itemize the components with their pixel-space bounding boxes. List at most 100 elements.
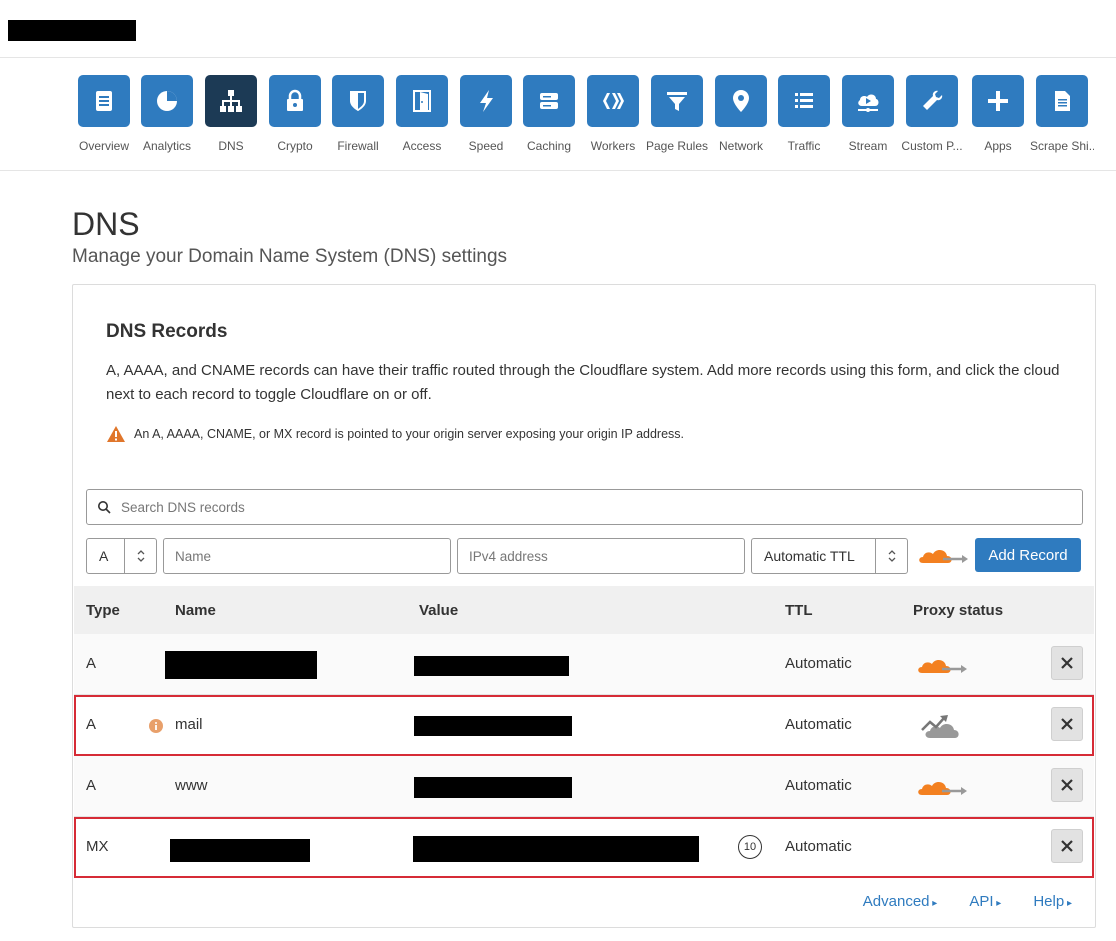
proxy-cloud-toggle-icon[interactable] <box>917 544 971 568</box>
record-name-input[interactable] <box>163 538 451 574</box>
redacted-record-value <box>414 716 572 736</box>
nav-item-analytics[interactable]: Analytics <box>135 75 199 153</box>
close-icon <box>1061 657 1073 669</box>
nav-item-custom-pages[interactable]: Custom P... <box>900 75 964 153</box>
nav-item-apps[interactable]: Apps <box>966 75 1030 153</box>
dns-records-table: Type Name Value TTL Proxy status A Autom… <box>74 586 1094 878</box>
table-row[interactable]: A mail Automatic <box>74 695 1094 756</box>
record-name: mail <box>175 716 203 733</box>
ttl-select[interactable]: Automatic TTL <box>751 538 908 574</box>
app-navigation: Overview Analytics DNS Crypto Firewall A… <box>0 59 1116 171</box>
record-type-select[interactable]: A <box>86 538 157 574</box>
up-down-arrows-icon <box>888 550 895 562</box>
redacted-record-value <box>414 777 572 798</box>
card-title: DNS Records <box>106 321 228 342</box>
nav-label: Page Rules <box>645 139 709 153</box>
nav-item-scrape-shield[interactable]: Scrape Shi... <box>1030 75 1094 153</box>
close-icon <box>1061 718 1073 730</box>
header-value: Value <box>419 602 459 619</box>
plus-icon <box>972 75 1024 127</box>
nav-label: Crypto <box>277 139 313 153</box>
info-icon[interactable] <box>149 719 163 733</box>
dns-only-cloud-icon[interactable] <box>918 709 972 741</box>
nav-item-network[interactable]: Network <box>709 75 773 153</box>
nav-label: Access <box>402 139 442 153</box>
delete-record-button[interactable] <box>1051 829 1083 863</box>
nav-item-traffic[interactable]: Traffic <box>772 75 836 153</box>
record-ttl: Automatic <box>785 838 852 855</box>
add-record-button[interactable]: Add Record <box>975 538 1081 572</box>
ttl-stepper[interactable] <box>875 539 907 573</box>
nav-label: DNS <box>218 139 244 153</box>
record-type-value: A <box>99 548 109 564</box>
redacted-record-value <box>414 656 569 676</box>
delete-record-button[interactable] <box>1051 768 1083 802</box>
type-stepper[interactable] <box>124 539 156 573</box>
location-pin-icon <box>715 75 767 127</box>
search-icon <box>98 501 111 514</box>
shield-icon <box>332 75 384 127</box>
add-record-form: A Automatic TTL Add Record <box>86 538 1083 574</box>
ttl-value: Automatic TTL <box>764 548 855 564</box>
up-down-arrows-icon <box>137 550 144 562</box>
nav-item-dns[interactable]: DNS <box>199 75 263 153</box>
mx-priority-badge: 10 <box>738 835 762 859</box>
nav-label: Traffic <box>787 139 821 153</box>
nav-label: Speed <box>468 139 504 153</box>
nav-item-firewall[interactable]: Firewall <box>326 75 390 153</box>
lightning-icon <box>460 75 512 127</box>
delete-record-button[interactable] <box>1051 646 1083 680</box>
nav-item-access[interactable]: Access <box>390 75 454 153</box>
nav-label: Stream <box>848 139 888 153</box>
search-input[interactable] <box>121 499 1021 515</box>
proxied-cloud-icon[interactable] <box>916 774 970 800</box>
record-ttl: Automatic <box>785 655 852 672</box>
advanced-link[interactable]: Advanced <box>863 893 938 910</box>
pie-chart-icon <box>141 75 193 127</box>
nav-item-workers[interactable]: Workers <box>581 75 645 153</box>
dns-records-card: DNS Records A, AAAA, and CNAME records c… <box>72 284 1096 928</box>
table-header: Type Name Value TTL Proxy status <box>74 586 1094 634</box>
record-type: A <box>86 655 97 672</box>
nav-item-overview[interactable]: Overview <box>72 75 136 153</box>
nav-label: Network <box>718 139 763 153</box>
nav-item-crypto[interactable]: Crypto <box>263 75 327 153</box>
footer-links: Advanced API Help <box>831 893 1072 910</box>
nav-label: Workers <box>590 139 636 153</box>
document-icon <box>78 75 130 127</box>
list-icon <box>778 75 830 127</box>
header-type: Type <box>86 602 120 619</box>
search-bar <box>86 489 1083 525</box>
warning-text: An A, AAAA, CNAME, or MX record is point… <box>134 427 685 441</box>
proxied-cloud-icon[interactable] <box>916 652 970 678</box>
origin-exposure-warning: An A, AAAA, CNAME, or MX record is point… <box>106 425 684 443</box>
server-icon <box>523 75 575 127</box>
header-name: Name <box>175 602 216 619</box>
network-tree-icon <box>205 75 257 127</box>
nav-item-caching[interactable]: Caching <box>517 75 581 153</box>
close-icon <box>1061 840 1073 852</box>
nav-item-stream[interactable]: Stream <box>836 75 900 153</box>
record-type: A <box>86 716 97 733</box>
header-proxy-status: Proxy status <box>913 602 1004 619</box>
cloud-play-icon <box>842 75 894 127</box>
table-row[interactable]: A www Automatic <box>74 756 1094 817</box>
nav-label: Custom P... <box>901 139 963 153</box>
record-name: www <box>175 777 208 794</box>
nav-item-page-rules[interactable]: Page Rules <box>645 75 709 153</box>
table-row[interactable]: MX 10 Automatic <box>74 817 1094 878</box>
help-link[interactable]: Help <box>1033 893 1072 910</box>
nav-item-speed[interactable]: Speed <box>454 75 518 153</box>
table-row[interactable]: A Automatic <box>74 634 1094 695</box>
nav-label: Analytics <box>142 139 192 153</box>
record-ttl: Automatic <box>785 777 852 794</box>
api-link[interactable]: API <box>969 893 1001 910</box>
nav-label: Apps <box>984 139 1012 153</box>
card-description: A, AAAA, and CNAME records can have thei… <box>106 362 1060 403</box>
redacted-record-value <box>413 836 699 862</box>
page-subtitle: Manage your Domain Name System (DNS) set… <box>72 246 508 267</box>
delete-record-button[interactable] <box>1051 707 1083 741</box>
record-type: A <box>86 777 97 794</box>
record-value-input[interactable] <box>457 538 745 574</box>
close-icon <box>1061 779 1073 791</box>
